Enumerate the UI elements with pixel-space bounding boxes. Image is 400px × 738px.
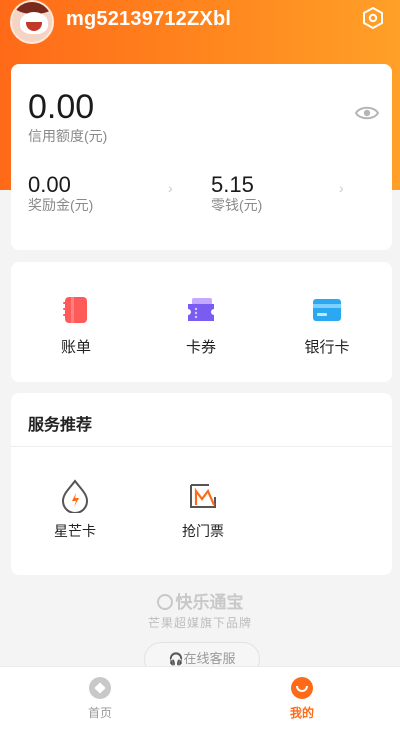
brand-subtitle: 芒果超媒旗下品牌 <box>147 616 252 630</box>
tool-coupon-label: 卡券 <box>185 339 216 356</box>
brand-logo-icon <box>156 594 173 610</box>
tool-bank-card-label: 银行卡 <box>304 339 350 356</box>
tab-mine[interactable]: 我的 <box>262 677 342 721</box>
bill-icon <box>60 294 92 326</box>
mine-icon <box>291 677 313 699</box>
credit-label: 信用额度(元) <box>28 128 108 144</box>
ticket-icon <box>187 479 219 513</box>
service-ticket[interactable]: 抢门票 <box>163 479 243 541</box>
bonus-label: 奖励金(元) <box>28 197 94 213</box>
bank-card-icon <box>311 294 343 326</box>
brand-logo: 快乐通宝 <box>0 588 400 613</box>
service-ticket-label: 抢门票 <box>182 523 224 539</box>
services-title: 服务推荐 <box>28 417 93 434</box>
tool-bill-label: 账单 <box>60 339 91 356</box>
top-bar: mg52139712ZXbl <box>0 0 400 50</box>
bonus-chevron-icon: › <box>168 180 173 196</box>
flame-card-icon <box>59 479 91 514</box>
home-icon <box>89 677 111 699</box>
tool-coupon[interactable]: 卡券 <box>161 294 241 357</box>
credit-amount: 0.00 <box>28 88 95 126</box>
balance-card: 0.00 信用额度(元) 0.00 奖励金(元) › 5.15 零钱(元) › <box>11 64 392 250</box>
service-star-card[interactable]: 星芒卡 <box>35 479 115 541</box>
tools-card: 账单 卡券 银行卡 <box>11 262 392 382</box>
tab-mine-label: 我的 <box>289 706 314 720</box>
service-star-card-label: 星芒卡 <box>54 523 96 539</box>
divider <box>11 446 392 447</box>
tab-home[interactable]: 首页 <box>60 677 140 721</box>
username: mg52139712ZXbl <box>66 8 232 30</box>
services-card: 服务推荐 星芒卡 抢门票 <box>11 393 392 575</box>
eye-icon[interactable] <box>355 104 379 122</box>
tool-bill[interactable]: 账单 <box>36 294 116 357</box>
avatar[interactable] <box>10 0 54 44</box>
settings-icon[interactable] <box>361 6 385 30</box>
coupon-icon <box>185 294 217 326</box>
headset-icon: 🎧 <box>168 652 184 666</box>
tool-bank-card[interactable]: 银行卡 <box>287 294 367 357</box>
change-label: 零钱(元) <box>211 197 263 213</box>
tab-bar: 首页 我的 <box>0 666 400 738</box>
tab-home-label: 首页 <box>87 706 112 720</box>
change-chevron-icon: › <box>339 180 344 196</box>
